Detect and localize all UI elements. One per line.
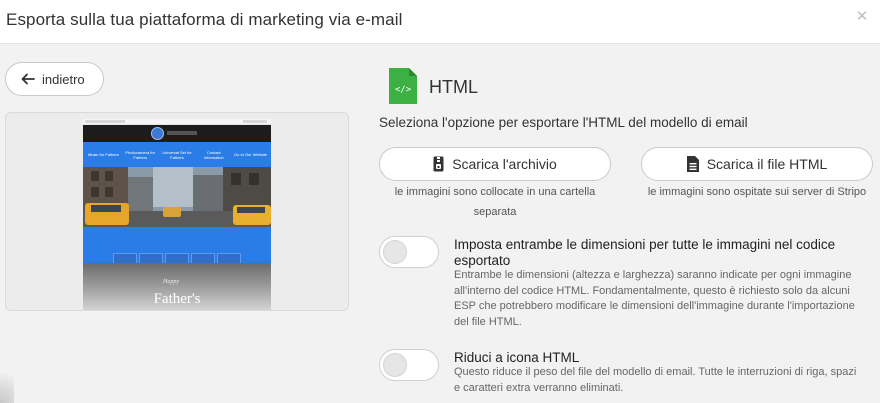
close-icon[interactable]: ✕ xyxy=(854,7,870,25)
thumbnail-logo xyxy=(151,127,164,140)
back-button[interactable]: indietro xyxy=(5,62,104,96)
template-preview: Music for Fathers Photocamera for Father… xyxy=(5,112,349,311)
set-image-dimensions-title: Imposta entrambe le dimensioni per tutte… xyxy=(454,237,836,268)
download-archive-label: Scarica l'archivio xyxy=(452,156,557,172)
thumbnail-nav-item: Photocamera for Fathers xyxy=(125,149,155,160)
thumbnail-logo-bar xyxy=(83,125,271,142)
instructions-text: Seleziona l'opzione per esportare l'HTML… xyxy=(379,115,748,130)
set-image-dimensions-description: Entrambe le dimensioni (altezza e larghe… xyxy=(454,269,855,328)
back-button-label: indietro xyxy=(42,71,85,87)
thumbnail-street-photo xyxy=(83,167,271,227)
toggle-knob xyxy=(383,353,407,377)
format-title: HTML xyxy=(429,77,478,97)
set-image-dimensions-toggle[interactable] xyxy=(379,236,439,268)
dialog-title: Esporta sulla tua piattaforma di marketi… xyxy=(6,10,403,29)
document-icon xyxy=(686,156,699,172)
thumbnail-script-text: Happy xyxy=(163,279,179,285)
download-archive-note: le immagini sono collocate in una cartel… xyxy=(394,186,596,218)
edge-shadow xyxy=(0,360,14,403)
toggle-knob xyxy=(383,240,407,264)
thumbnail-nav: Music for Fathers Photocamera for Father… xyxy=(83,142,271,167)
export-dialog: Esporta sulla tua piattaforma di marketi… xyxy=(0,0,880,403)
zip-archive-icon xyxy=(433,156,444,172)
thumbnail-nav-item: Music for Fathers xyxy=(87,152,119,157)
template-thumbnail: Music for Fathers Photocamera for Father… xyxy=(83,119,271,310)
thumbnail-nav-item: Go to Our Website xyxy=(234,152,268,157)
download-html-button[interactable]: Scarica il file HTML xyxy=(641,147,873,181)
html-icon-label: </> xyxy=(395,85,412,95)
minify-html-toggle[interactable] xyxy=(379,349,439,381)
download-archive-button[interactable]: Scarica l'archivio xyxy=(379,147,611,181)
download-html-note: le immagini sono ospitate sui server di … xyxy=(647,186,867,198)
html-file-icon: </> xyxy=(389,68,417,104)
thumbnail-nav-item: Universal Set for Fathers xyxy=(162,149,192,160)
minify-html-title: Riduci a icona HTML xyxy=(454,350,580,365)
thumbnail-hero-text: Father's xyxy=(153,291,201,307)
download-html-label: Scarica il file HTML xyxy=(706,156,828,172)
minify-html-description: Questo riduce il peso del file del model… xyxy=(454,366,857,394)
dialog-header: Esporta sulla tua piattaforma di marketi… xyxy=(0,0,880,44)
arrow-left-icon xyxy=(21,73,35,85)
thumbnail-nav-item: Contact Information xyxy=(203,149,224,160)
